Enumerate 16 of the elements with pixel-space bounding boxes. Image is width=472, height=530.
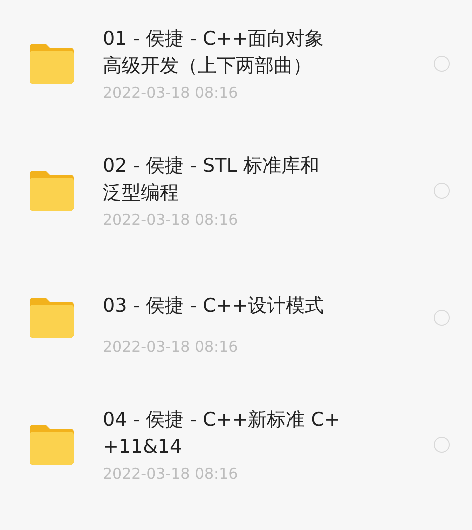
modified-date: 2022-03-18 08:16 xyxy=(103,464,238,482)
folder-icon xyxy=(30,170,74,210)
folder-title: 03 - 侯捷 - C++设计模式 xyxy=(103,294,326,319)
modified-date: 2022-03-18 08:16 xyxy=(103,210,238,228)
folder-title: 04 - 侯捷 - C++新标准 C+ +11&14 xyxy=(103,408,342,460)
folder-icon xyxy=(30,298,74,338)
select-radio[interactable] xyxy=(434,182,450,198)
folder-title: 01 - 侯捷 - C++面向对象 高级开发（上下两部曲） xyxy=(103,26,326,78)
folder-icon xyxy=(30,424,74,464)
modified-date: 2022-03-18 08:16 xyxy=(103,338,238,356)
select-radio[interactable] xyxy=(434,310,450,326)
folder-title: 02 - 侯捷 - STL 标准库和 泛型编程 xyxy=(103,154,320,206)
modified-date: 2022-03-18 08:16 xyxy=(103,84,238,102)
select-radio[interactable] xyxy=(434,56,450,72)
select-radio[interactable] xyxy=(434,436,450,452)
folder-icon xyxy=(30,44,74,84)
